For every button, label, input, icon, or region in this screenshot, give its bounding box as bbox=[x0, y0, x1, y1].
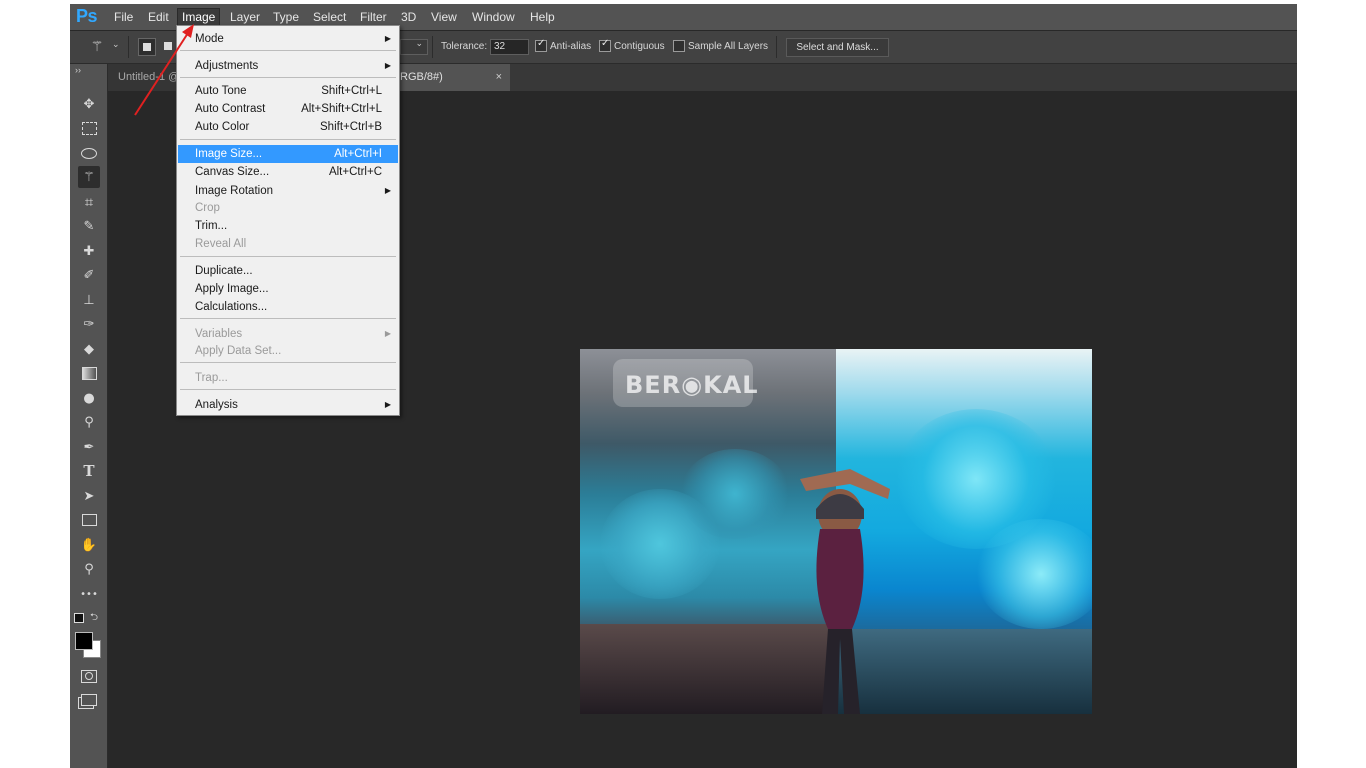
screen-mode-icon[interactable] bbox=[78, 689, 100, 711]
ps-logo: Ps bbox=[76, 6, 98, 26]
tolerance-label: Tolerance: bbox=[441, 41, 488, 52]
eraser-icon[interactable]: ◆ bbox=[78, 338, 100, 360]
menu-separator bbox=[180, 318, 396, 319]
default-colors-icon[interactable] bbox=[74, 613, 84, 623]
path-selection-icon[interactable]: ➤ bbox=[78, 485, 100, 507]
submenu-arrow-icon: ▶ bbox=[384, 400, 391, 409]
smoke bbox=[976, 519, 1092, 629]
menu-filter[interactable]: Filter bbox=[356, 9, 391, 26]
submenu-arrow-icon: ▶ bbox=[384, 329, 391, 338]
more-tools-icon[interactable]: ••• bbox=[78, 583, 100, 605]
tools-panel: ›› ✥ ⚚ ⌗ ✎ ✚ ✐ ⊥ ✑ ◆ ● ⚲ ✒ T ➤ ✋ ⚲ ••• ⮌ bbox=[70, 64, 108, 768]
person-figure bbox=[800, 469, 890, 714]
menu-item-trap: Trap... bbox=[195, 372, 228, 384]
hand-icon[interactable]: ✋ bbox=[78, 534, 100, 556]
watermark-badge: BER◉KAL bbox=[613, 359, 758, 407]
rectangle-icon[interactable] bbox=[78, 509, 100, 531]
submenu-arrow-icon: ▶ bbox=[384, 61, 391, 70]
eyedropper-icon[interactable]: ✎ bbox=[78, 215, 100, 237]
watermark-text: BER◉KAL bbox=[625, 371, 759, 399]
zoom-icon[interactable]: ⚲ bbox=[78, 558, 100, 580]
submenu-arrow-icon: ▶ bbox=[384, 34, 391, 43]
menu-layer[interactable]: Layer bbox=[226, 9, 264, 26]
divider bbox=[776, 36, 777, 58]
menu-help[interactable]: Help bbox=[526, 9, 559, 26]
tab-label: RGB/8#) bbox=[400, 71, 443, 83]
menu-separator bbox=[180, 77, 396, 78]
divider bbox=[128, 36, 129, 58]
menu-item-apply-image[interactable]: Apply Image... bbox=[178, 280, 398, 298]
collapse-panel-icon[interactable]: ›› bbox=[75, 65, 81, 75]
menu-separator bbox=[180, 362, 396, 363]
menu-separator bbox=[180, 139, 396, 140]
menu-item-auto-contrast[interactable]: Auto Contrast Alt+Shift+Ctrl+L bbox=[178, 100, 398, 118]
close-icon[interactable]: × bbox=[496, 64, 502, 91]
type-icon[interactable]: T bbox=[78, 460, 100, 482]
add-selection-icon[interactable] bbox=[164, 42, 172, 50]
menu-item-reveal-all: Reveal All bbox=[195, 238, 247, 250]
anti-alias-label: Anti-alias bbox=[550, 41, 592, 52]
menu-item-trim[interactable]: Trim... bbox=[178, 217, 398, 235]
menu-item-variables: Variables ▶ bbox=[178, 325, 398, 343]
menu-item-calculations[interactable]: Calculations... bbox=[178, 298, 398, 316]
menu-type[interactable]: Type bbox=[269, 9, 303, 26]
lasso-icon[interactable] bbox=[78, 142, 100, 164]
dodge-icon[interactable]: ⚲ bbox=[78, 411, 100, 433]
menu-item-analysis[interactable]: Analysis ▶ bbox=[178, 396, 398, 414]
move-icon[interactable]: ✥ bbox=[78, 93, 100, 115]
divider bbox=[432, 36, 433, 58]
menu-separator bbox=[180, 256, 396, 257]
marquee-icon[interactable] bbox=[78, 117, 100, 139]
menu-item-apply-data-set: Apply Data Set... bbox=[195, 345, 282, 357]
select-and-mask-button[interactable]: Select and Mask... bbox=[786, 38, 889, 57]
tab-active-document[interactable]: RGB/8#) × bbox=[390, 64, 510, 91]
contiguous-checkbox[interactable] bbox=[599, 38, 611, 52]
menu-view[interactable]: View bbox=[427, 9, 461, 26]
menu-item-crop: Crop bbox=[195, 202, 220, 214]
menu-item-mode[interactable]: Mode ▶ bbox=[178, 30, 398, 48]
crop-icon[interactable]: ⌗ bbox=[78, 191, 100, 213]
preset-chevron-icon[interactable]: ⌄ bbox=[112, 40, 120, 50]
menu-item-image-rotation[interactable]: Image Rotation ▶ bbox=[178, 182, 398, 200]
quick-mask-icon[interactable] bbox=[78, 665, 100, 687]
menu-file[interactable]: File bbox=[110, 9, 137, 26]
pen-icon[interactable]: ✒ bbox=[78, 436, 100, 458]
anti-alias-checkbox[interactable] bbox=[535, 38, 547, 52]
swap-colors-icon[interactable]: ⮌ bbox=[90, 610, 98, 627]
magic-wand-preset-icon[interactable]: ⚚ bbox=[86, 36, 108, 58]
history-brush-icon[interactable]: ✑ bbox=[78, 313, 100, 335]
sample-all-layers-label: Sample All Layers bbox=[688, 41, 769, 52]
menu-item-canvas-size[interactable]: Canvas Size... Alt+Ctrl+C bbox=[178, 163, 398, 181]
menu-separator bbox=[180, 50, 396, 51]
menu-item-duplicate[interactable]: Duplicate... bbox=[178, 262, 398, 280]
blur-icon[interactable]: ● bbox=[78, 387, 100, 409]
menu-item-adjustments[interactable]: Adjustments ▶ bbox=[178, 57, 398, 75]
menu-window[interactable]: Window bbox=[468, 9, 519, 26]
image-menu-dropdown: Mode ▶ Adjustments ▶ Auto Tone Shift+Ctrl+L… bbox=[176, 25, 400, 416]
contiguous-label: Contiguous bbox=[614, 41, 665, 52]
menu-edit[interactable]: Edit bbox=[144, 9, 173, 26]
foreground-color-swatch[interactable] bbox=[75, 632, 93, 650]
tolerance-input[interactable]: 32 bbox=[490, 39, 529, 55]
clone-stamp-icon[interactable]: ⊥ bbox=[78, 289, 100, 311]
menu-item-auto-color[interactable]: Auto Color Shift+Ctrl+B bbox=[178, 118, 398, 136]
sample-size-dropdown[interactable]: ⌄ bbox=[400, 39, 428, 55]
healing-brush-icon[interactable]: ✚ bbox=[78, 240, 100, 262]
smoke bbox=[680, 449, 790, 539]
menu-separator bbox=[180, 389, 396, 390]
menu-3d[interactable]: 3D bbox=[397, 9, 420, 26]
magic-wand-icon[interactable]: ⚚ bbox=[78, 166, 100, 188]
document-canvas-image[interactable]: BER◉KAL bbox=[580, 349, 1092, 714]
menu-item-auto-tone[interactable]: Auto Tone Shift+Ctrl+L bbox=[178, 82, 398, 100]
gradient-icon[interactable] bbox=[78, 362, 100, 384]
sample-all-layers-checkbox[interactable] bbox=[673, 40, 685, 52]
submenu-arrow-icon: ▶ bbox=[384, 186, 391, 195]
chevron-down-icon: ⌄ bbox=[415, 39, 423, 49]
brush-icon[interactable]: ✐ bbox=[78, 264, 100, 286]
menu-item-image-size[interactable]: Image Size... Alt+Ctrl+I bbox=[178, 145, 398, 163]
menu-select[interactable]: Select bbox=[309, 9, 350, 26]
new-selection-icon[interactable] bbox=[138, 38, 156, 56]
